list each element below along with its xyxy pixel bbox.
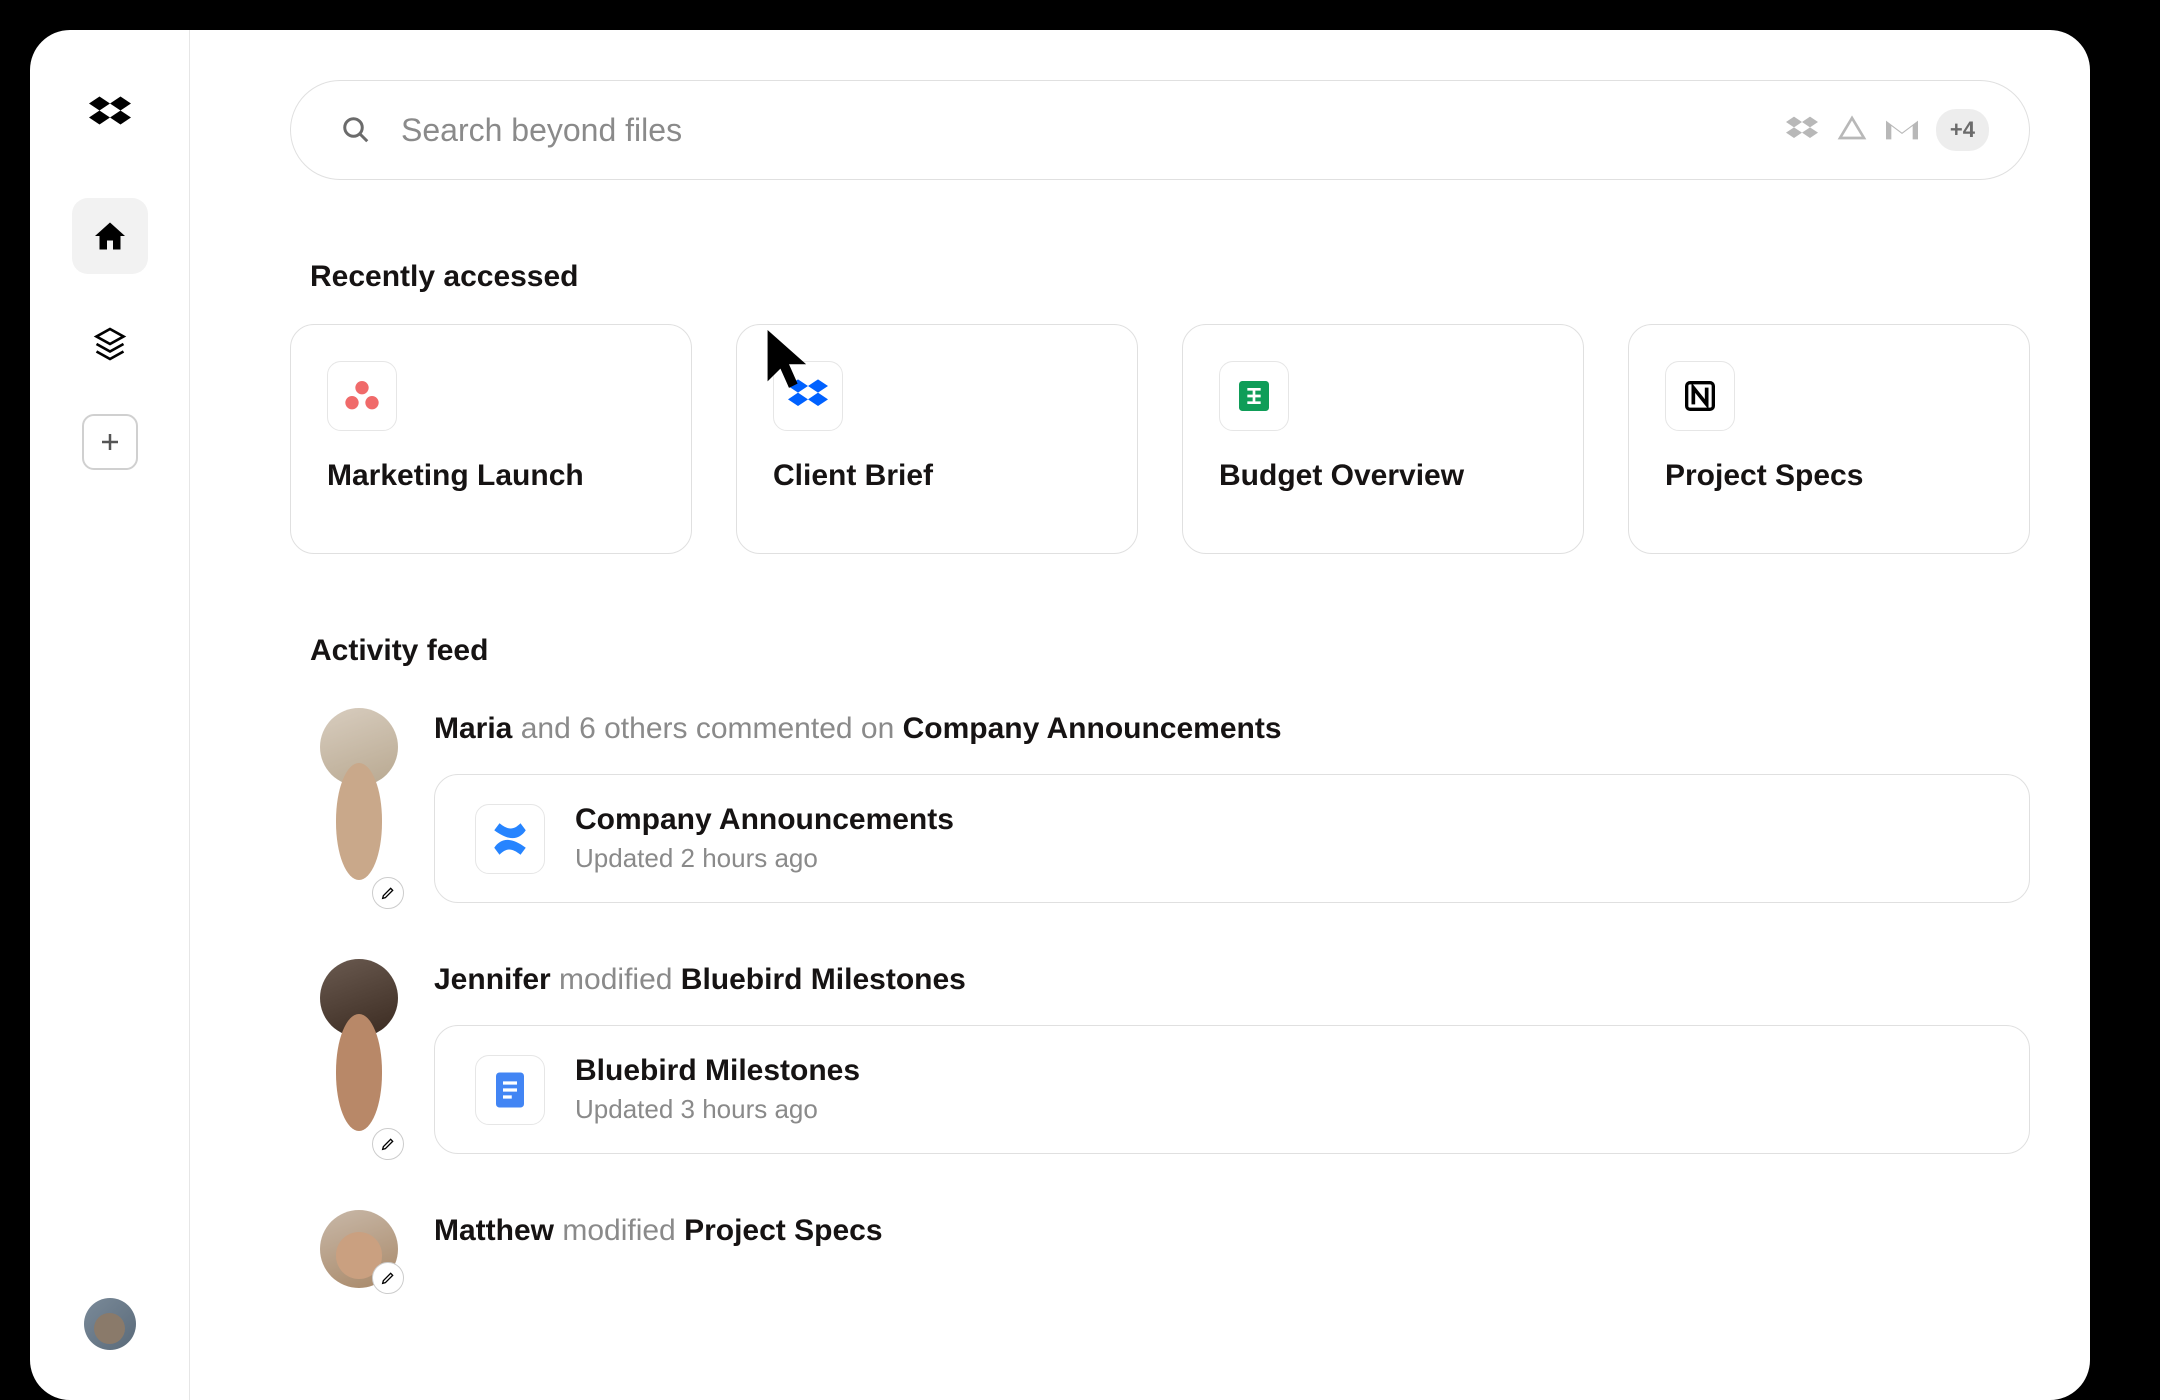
search-bar[interactable]: +4 bbox=[290, 80, 2030, 180]
notion-icon bbox=[1665, 361, 1735, 431]
edit-badge-icon bbox=[372, 1262, 404, 1294]
recent-card-title: Client Brief bbox=[773, 459, 1101, 493]
recent-grid: Marketing Launch Client Brief Budget Ove… bbox=[290, 324, 2030, 554]
stacks-icon bbox=[92, 326, 128, 362]
confluence-icon bbox=[475, 804, 545, 874]
plus-icon bbox=[98, 430, 122, 454]
recent-card-title: Project Specs bbox=[1665, 459, 1993, 493]
dropbox-file-icon bbox=[773, 361, 843, 431]
recent-card-title: Marketing Launch bbox=[327, 459, 655, 493]
sidebar bbox=[30, 30, 190, 1400]
recent-card[interactable]: Project Specs bbox=[1628, 324, 2030, 554]
activity-card-title: Bluebird Milestones bbox=[575, 1054, 860, 1088]
activity-item: Maria and 6 others commented on Company … bbox=[320, 708, 2030, 903]
asana-icon bbox=[327, 361, 397, 431]
drive-connector-icon[interactable] bbox=[1836, 114, 1868, 146]
edit-badge-icon bbox=[372, 877, 404, 909]
recent-card[interactable]: Client Brief bbox=[736, 324, 1138, 554]
app-window: +4 Recently accessed Marketing Launch Cl… bbox=[30, 30, 2090, 1400]
gdoc-icon bbox=[475, 1055, 545, 1125]
search-input[interactable] bbox=[401, 112, 1756, 149]
activity-headline: Matthew modified Project Specs bbox=[434, 1210, 2030, 1252]
edit-badge-icon bbox=[372, 1128, 404, 1160]
main-content: +4 Recently accessed Marketing Launch Cl… bbox=[190, 30, 2090, 1400]
activity-card-subtitle: Updated 2 hours ago bbox=[575, 843, 954, 874]
dropbox-logo-icon bbox=[86, 90, 134, 138]
sidebar-item-home[interactable] bbox=[72, 198, 148, 274]
activity-section-title: Activity feed bbox=[310, 634, 2030, 668]
sheets-icon bbox=[1219, 361, 1289, 431]
activity-card-subtitle: Updated 3 hours ago bbox=[575, 1094, 860, 1125]
connectors: +4 bbox=[1786, 109, 1989, 151]
dropbox-connector-icon[interactable] bbox=[1786, 114, 1818, 146]
sidebar-item-stacks[interactable] bbox=[72, 306, 148, 382]
gmail-connector-icon[interactable] bbox=[1886, 118, 1918, 142]
activity-card[interactable]: Bluebird Milestones Updated 3 hours ago bbox=[434, 1025, 2030, 1154]
activity-avatar[interactable] bbox=[320, 959, 398, 1154]
activity-item: Jennifer modified Bluebird Milestones Bl… bbox=[320, 959, 2030, 1154]
activity-headline: Jennifer modified Bluebird Milestones bbox=[434, 959, 2030, 1001]
activity-card-title: Company Announcements bbox=[575, 803, 954, 837]
activity-headline: Maria and 6 others commented on Company … bbox=[434, 708, 2030, 750]
activity-item: Matthew modified Project Specs bbox=[320, 1210, 2030, 1288]
activity-avatar[interactable] bbox=[320, 708, 398, 903]
activity-card[interactable]: Company Announcements Updated 2 hours ag… bbox=[434, 774, 2030, 903]
home-icon bbox=[92, 218, 128, 254]
recent-card[interactable]: Budget Overview bbox=[1182, 324, 1584, 554]
activity-list: Maria and 6 others commented on Company … bbox=[290, 708, 2030, 1288]
recent-card[interactable]: Marketing Launch bbox=[290, 324, 692, 554]
user-avatar[interactable] bbox=[84, 1298, 136, 1350]
more-connectors-badge[interactable]: +4 bbox=[1936, 109, 1989, 151]
recent-card-title: Budget Overview bbox=[1219, 459, 1547, 493]
search-icon bbox=[341, 115, 371, 145]
activity-avatar[interactable] bbox=[320, 1210, 398, 1288]
sidebar-add-button[interactable] bbox=[82, 414, 138, 470]
recent-section-title: Recently accessed bbox=[310, 260, 2030, 294]
